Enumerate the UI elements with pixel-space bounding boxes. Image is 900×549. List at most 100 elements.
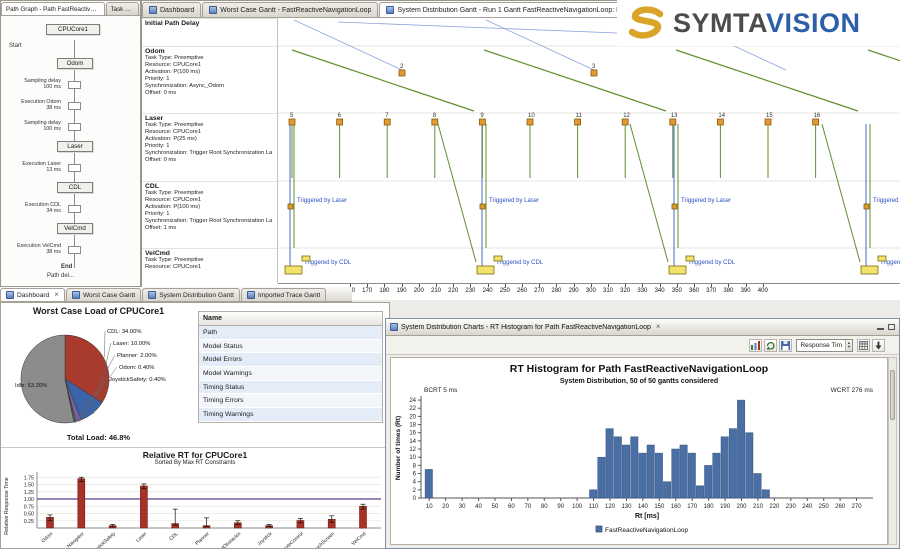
table-icon[interactable] xyxy=(857,339,870,352)
histogram-bin xyxy=(746,433,753,498)
gantt-tab-0[interactable]: Dashboard xyxy=(142,2,201,17)
triggered-by-cdl-label: Triggered by CDL xyxy=(496,260,544,266)
histogram-scrollbar[interactable] xyxy=(888,357,897,545)
task-node-cdl[interactable]: CDL xyxy=(57,182,93,193)
table-row-model-errors[interactable]: Model Errors xyxy=(199,353,382,367)
timeline-tick-label: 280 xyxy=(551,288,561,294)
gantt-row-detail: Offset: 1 ms xyxy=(145,225,275,232)
close-icon[interactable]: × xyxy=(54,291,59,299)
rt-histogram-chart[interactable]: RT Histogram for Path FastReactiveNaviga… xyxy=(391,358,887,544)
execution-bar xyxy=(302,256,310,261)
svg-text:1.00: 1.00 xyxy=(24,497,34,503)
activation-marker xyxy=(527,119,533,125)
histogram-bin xyxy=(672,449,679,498)
svg-text:1.25: 1.25 xyxy=(24,490,34,496)
svg-text:210: 210 xyxy=(753,504,764,510)
bar-category-label: JoystickSafety xyxy=(90,531,118,549)
svg-text:250: 250 xyxy=(819,504,830,510)
histogram-bin xyxy=(590,490,597,498)
table-row-model-status[interactable]: Model Status xyxy=(199,340,382,354)
gantt-tab-2[interactable]: System Distribution Gantt - Run 1 Gantt … xyxy=(379,2,646,17)
task-node-odom[interactable]: Odom xyxy=(57,58,93,69)
histogram-bin xyxy=(647,445,654,498)
close-icon[interactable]: × xyxy=(656,323,661,331)
gantt-chart[interactable]: Triggered by Laser Triggered by CDL Trigge… xyxy=(278,18,900,283)
load-pie-chart[interactable]: CDL: 34.00%Laser: 10.00%Planner: 2.00%Od… xyxy=(1,317,196,433)
tab-icon xyxy=(148,291,156,299)
table-row-path[interactable]: Path xyxy=(199,326,382,340)
triggered-by-cdl-label: Triggered by CDL xyxy=(304,260,352,266)
dashboard-tab-0[interactable]: Dashboard× xyxy=(0,288,65,301)
dashboard-tab-2[interactable]: System Distribution Gantt xyxy=(142,288,240,301)
path-graph-canvas[interactable]: CPUCore1StartOdomSampling delay100 msExe… xyxy=(1,16,140,286)
wcrt-label: WCRT 276 ms xyxy=(831,387,874,394)
task-node-laser[interactable]: Laser xyxy=(57,141,93,152)
svg-text:0: 0 xyxy=(413,496,417,502)
gantt-row-labels: Initial Path Delay OdomTask Type: Preempt… xyxy=(142,18,278,283)
histogram-titlebar: System Distribution Charts - RT Histogra… xyxy=(386,319,899,336)
export-icon[interactable] xyxy=(872,339,885,352)
path-graph-tab-1[interactable]: Task Gra xyxy=(106,2,139,15)
tab-icon xyxy=(247,291,255,299)
scrollbar-thumb[interactable] xyxy=(890,370,895,420)
path-step-box[interactable] xyxy=(68,81,81,89)
timeline-tick-mark xyxy=(660,284,661,287)
path-step-box[interactable] xyxy=(68,102,81,110)
svg-text:18: 18 xyxy=(409,423,416,429)
path-start-label: Start xyxy=(9,43,22,49)
activation-marker xyxy=(813,119,819,125)
path-graph-tab-0[interactable]: Path Graph - Path FastReactiveNav xyxy=(1,2,105,15)
gantt-row-detail: Synchronization: Async_Odom xyxy=(145,83,275,90)
minimize-icon[interactable] xyxy=(877,328,884,330)
gantt-tab-1[interactable]: Worst Case Gantt - FastReactiveNavigatio… xyxy=(202,2,378,17)
save-icon[interactable] xyxy=(779,339,792,352)
svg-text:40: 40 xyxy=(475,504,482,510)
system-distribution-charts-view: System Distribution Charts - RT Histogra… xyxy=(385,318,900,549)
response-time-combo[interactable]: Response Tim▲▼ xyxy=(796,339,853,352)
gantt-row-detail: Task Type: Preemptive xyxy=(145,257,275,264)
dashboard-tab-3[interactable]: Imported Trace Gantt xyxy=(241,288,326,301)
activation-marker xyxy=(575,119,581,125)
svg-text:0.50: 0.50 xyxy=(24,512,34,518)
gantt-timeline[interactable]: 1601701801902002102202302402502602702802… xyxy=(278,283,900,300)
execution-bar xyxy=(494,256,502,261)
gantt-row-label-velcmd[interactable]: VelCmdTask Type: PreemptiveResource: CPU… xyxy=(142,248,278,272)
table-row-timing-errors[interactable]: Timing Errors xyxy=(199,394,382,408)
chart-icon[interactable] xyxy=(749,339,762,352)
gantt-row-detail: Priority: 1 xyxy=(145,143,275,150)
path-step-box[interactable] xyxy=(68,123,81,131)
table-row-timing-status[interactable]: Timing Status xyxy=(199,381,382,395)
timeline-tick-mark xyxy=(608,284,609,287)
timeline-tick-label: 370 xyxy=(706,288,716,294)
execution-bar xyxy=(285,266,302,274)
triggered-by-laser-label: Triggered by Laser xyxy=(873,198,900,204)
activation-marker xyxy=(717,119,723,125)
path-step-box[interactable] xyxy=(68,246,81,254)
gantt-row-label-cdl[interactable]: CDLTask Type: PreemptiveResource: CPUCor… xyxy=(142,181,278,234)
histogram-bin xyxy=(655,453,662,498)
path-step-box[interactable] xyxy=(68,205,81,213)
dashboard-tabbar: Dashboard×Worst Case GanttSystem Distrib… xyxy=(0,287,352,302)
relative-rt-bar-chart[interactable]: 0.250.500.751.001.251.501.75Relative Res… xyxy=(1,468,389,549)
dashboard-tab-1[interactable]: Worst Case Gantt xyxy=(66,288,141,301)
task-node-velcmd[interactable]: VelCmd xyxy=(57,223,93,234)
execution-bar xyxy=(669,266,686,274)
rt-bar-laser xyxy=(140,486,147,528)
table-row-timing-warnings[interactable]: Timing Warnings xyxy=(199,408,382,422)
refresh-icon[interactable] xyxy=(764,339,777,352)
timeline-tick-mark xyxy=(574,284,575,287)
histogram-bin xyxy=(680,445,687,498)
histogram-bin xyxy=(721,437,728,498)
activation-marker xyxy=(479,119,485,125)
gantt-row-detail: Task Type: Preemptive xyxy=(145,55,275,62)
maximize-icon[interactable] xyxy=(888,324,895,330)
gantt-tab-0-label: Dashboard xyxy=(160,7,194,14)
gantt-row-label-laser[interactable]: LaserTask Type: PreemptiveResource: CPUC… xyxy=(142,113,278,166)
table-row-model-warnings[interactable]: Model Warnings xyxy=(199,367,382,381)
combo-spinner-icon[interactable]: ▲▼ xyxy=(845,340,852,351)
resource-node-cpucore1[interactable]: CPUCore1 xyxy=(46,24,100,35)
path-step-box[interactable] xyxy=(68,164,81,172)
svg-text:14: 14 xyxy=(409,439,416,445)
gantt-row-label-odom[interactable]: OdomTask Type: PreemptiveResource: CPUCo… xyxy=(142,46,278,99)
gantt-row-label-initial-path-delay[interactable]: Initial Path Delay xyxy=(142,18,278,28)
